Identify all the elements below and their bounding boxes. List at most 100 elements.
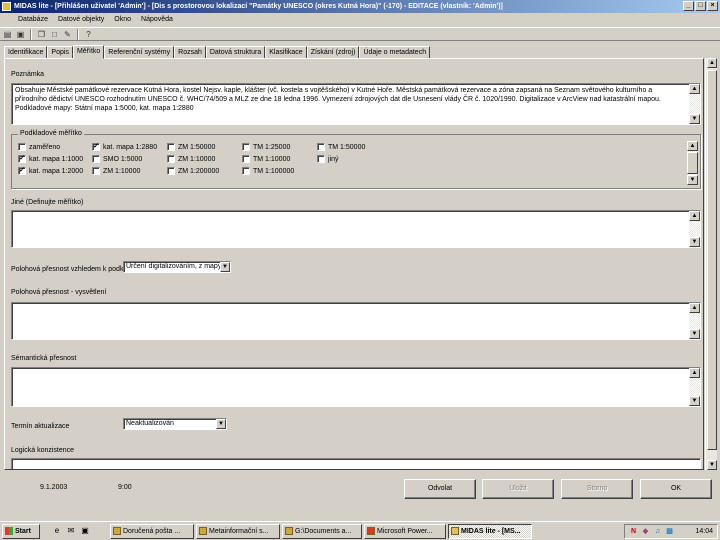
checkbox-box[interactable]	[167, 143, 175, 151]
semanticka-scrollbar[interactable]: ▲ ▼	[689, 368, 700, 406]
database-icon[interactable]: ▤	[2, 29, 13, 40]
document-icon[interactable]: □	[49, 29, 60, 40]
jine-meritko-textarea[interactable]: ▲ ▼	[11, 210, 701, 248]
checkbox-zm-10000[interactable]: ZM 1:10000	[167, 155, 215, 163]
popis-textarea[interactable]: Obsahuje Městské památkové rezervace Kut…	[11, 83, 701, 125]
windows-logo-icon	[5, 527, 13, 535]
checkbox-jiny[interactable]: jiný	[317, 155, 339, 163]
odvolat-button[interactable]: Odvolat	[404, 479, 476, 499]
checkbox-smo-5000[interactable]: SMO 1:5000	[92, 155, 142, 163]
polohova-scrollbar[interactable]: ▲ ▼	[689, 303, 700, 339]
checkbox-box[interactable]: ✓	[18, 155, 26, 163]
monitor-icon[interactable]: ▧	[665, 527, 674, 536]
checkbox-box[interactable]	[18, 143, 26, 151]
start-button[interactable]: Start	[2, 524, 40, 539]
checkbox-box[interactable]	[317, 143, 325, 151]
checkbox-box[interactable]	[242, 155, 250, 163]
checkbox-box[interactable]	[167, 167, 175, 175]
checkbox-zamereno[interactable]: zaměřeno	[18, 143, 60, 151]
scroll-up-icon[interactable]: ▲	[687, 141, 698, 151]
scroll-down-icon[interactable]: ▼	[689, 396, 700, 406]
checkbox-tm-25000[interactable]: TM 1:25000	[242, 143, 290, 151]
aktualizace-select[interactable]: Neaktualizován ▼	[123, 418, 227, 430]
tab-meritko[interactable]: Měřítko	[72, 45, 105, 59]
ok-button[interactable]: OK	[640, 479, 712, 499]
checkbox-box[interactable]: ✓	[92, 143, 100, 151]
new-icon[interactable]: ✎	[62, 29, 73, 40]
checkbox-box[interactable]	[242, 143, 250, 151]
network-icon[interactable]: ◆	[641, 527, 650, 536]
checkbox-zm-50000[interactable]: ZM 1:50000	[167, 143, 215, 151]
checkbox-tm-50000[interactable]: TM 1:50000	[317, 143, 365, 151]
checkbox-box[interactable]	[167, 155, 175, 163]
toolbar-separator	[30, 28, 32, 40]
checkbox-box[interactable]	[317, 155, 325, 163]
storno-button[interactable]: Storno	[561, 479, 633, 499]
scroll-up-icon[interactable]: ▲	[707, 58, 717, 68]
scroll-thumb[interactable]	[687, 152, 698, 174]
taskbar-item-metainformacni[interactable]: Metainformační s...	[196, 524, 280, 539]
menu-datove-objekty[interactable]: Datové objekty	[58, 14, 104, 26]
scroll-down-icon[interactable]: ▼	[687, 175, 698, 185]
norton-icon[interactable]: N	[629, 527, 638, 536]
scroll-down-icon[interactable]: ▼	[707, 460, 717, 470]
presnost-select[interactable]: Určení digitalizováním, z mapy ▼	[123, 261, 231, 273]
chevron-down-icon[interactable]: ▼	[216, 419, 226, 429]
scroll-up-icon[interactable]: ▲	[689, 211, 700, 221]
scroll-up-icon[interactable]: ▲	[689, 368, 700, 378]
save-icon[interactable]: ▣	[15, 29, 26, 40]
checkbox-kat-2880[interactable]: ✓ kat. mapa 1:2880	[92, 143, 157, 151]
taskbar-item-powerpoint[interactable]: Microsoft Power...	[364, 524, 446, 539]
checkbox-tm-10000[interactable]: TM 1:10000	[242, 155, 290, 163]
powerpoint-icon	[367, 527, 375, 535]
title-bar[interactable]: MIDAS lite - [Přihlášen uživatel 'Admin'…	[0, 0, 720, 13]
checkbox-kat-2000[interactable]: ✓ kat. mapa 1:2000	[18, 167, 83, 175]
taskbar-item-documents[interactable]: G:\Documents a...	[282, 524, 362, 539]
panel-scrollbar[interactable]: ▲ ▼	[705, 58, 717, 470]
menu-okno[interactable]: Okno	[114, 14, 131, 26]
jine-meritko-scrollbar[interactable]: ▲ ▼	[689, 211, 700, 247]
clock[interactable]: 14:04	[695, 525, 713, 538]
polohova-presnost-textarea[interactable]: ▲ ▼	[11, 302, 701, 340]
scroll-down-icon[interactable]: ▼	[689, 237, 700, 247]
checkbox-box[interactable]	[242, 167, 250, 175]
checkbox-box[interactable]	[92, 167, 100, 175]
presnost-value: Určení digitalizováním, z mapy	[126, 263, 222, 270]
meritko-groupbox: Podkladové měřítko zaměřeno ✓ kat. mapa 1…	[11, 130, 701, 189]
scroll-thumb[interactable]	[707, 70, 717, 450]
copy-icon[interactable]: ❐	[36, 29, 47, 40]
checkbox-kat-1000[interactable]: ✓ kat. mapa 1:1000	[18, 155, 83, 163]
scroll-up-icon[interactable]: ▲	[689, 303, 700, 313]
outlook-icon[interactable]: ✉	[66, 526, 76, 536]
logicka-konzistence-textarea[interactable]	[11, 458, 701, 469]
popis-scrollbar[interactable]: ▲ ▼	[689, 84, 700, 124]
ulozit-button[interactable]: Uložit	[482, 479, 554, 499]
checkbox-zm-10000-b[interactable]: ZM 1:10000	[92, 167, 140, 175]
ie-icon[interactable]: e	[52, 526, 62, 536]
checkbox-zm-200000[interactable]: ZM 1:200000	[167, 167, 219, 175]
taskbar-item-dorucena-posta[interactable]: Doručená pošta ...	[110, 524, 194, 539]
meritko-scrollbar[interactable]: ▲ ▼	[687, 141, 698, 185]
app-icon	[2, 2, 11, 11]
volume-icon[interactable]: ♫	[653, 527, 662, 536]
menu-napoveda[interactable]: Nápověda	[141, 14, 173, 26]
checkbox-box[interactable]: ✓	[18, 167, 26, 175]
scroll-down-icon[interactable]: ▼	[689, 329, 700, 339]
button-bar: Odvolat Uložit Storno OK	[0, 472, 720, 504]
taskbar-item-midas[interactable]: MIDAS lite - [MS...	[448, 524, 532, 539]
help-icon[interactable]: ?	[83, 29, 94, 40]
scroll-down-icon[interactable]: ▼	[689, 114, 700, 124]
mail-icon	[113, 527, 121, 535]
chevron-down-icon[interactable]: ▼	[220, 262, 230, 272]
semanticka-presnost-textarea[interactable]: ▲ ▼	[11, 367, 701, 407]
checkbox-box[interactable]	[92, 155, 100, 163]
maximize-button[interactable]: □	[695, 1, 706, 11]
midas-icon	[451, 527, 459, 535]
scroll-up-icon[interactable]: ▲	[689, 84, 700, 94]
minimize-button[interactable]: _	[683, 1, 694, 11]
desktop-icon[interactable]: ▣	[80, 526, 90, 536]
close-button[interactable]: ×	[707, 1, 718, 11]
window-title: MIDAS lite - [Přihlášen uživatel 'Admin'…	[14, 3, 503, 10]
menu-databaze[interactable]: Databáze	[18, 14, 48, 26]
checkbox-tm-100000[interactable]: TM 1:100000	[242, 167, 294, 175]
